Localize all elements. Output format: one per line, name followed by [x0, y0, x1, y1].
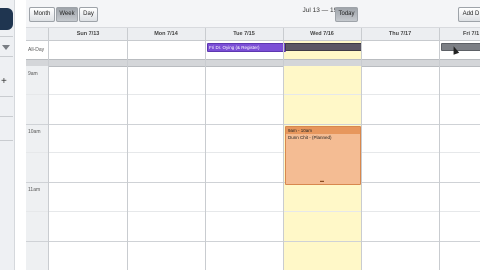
hour-line — [26, 124, 480, 125]
sidebar-divider — [0, 116, 13, 117]
column-divider — [439, 28, 440, 270]
hour-label-11am: 11am — [28, 187, 41, 193]
week-grid: Sun 7/13 Mon 7/14 Tue 7/15 Wed 7/16 Thu … — [26, 28, 480, 270]
month-view-button[interactable]: Month — [29, 7, 55, 22]
add-event-button[interactable]: Add D — [458, 7, 480, 22]
half-hour-line — [26, 94, 480, 95]
plus-icon[interactable]: + — [1, 76, 7, 87]
column-divider — [361, 28, 362, 270]
column-divider — [205, 28, 206, 270]
day-header-wed[interactable]: Wed 7/16 — [283, 28, 361, 40]
resize-handle-icon[interactable]: ▬ — [320, 178, 324, 183]
hour-label-9am: 9am — [28, 71, 38, 77]
column-divider — [283, 28, 284, 270]
calendar-toolbar: Month Week Day Jul 13 — 19 2014 Today Ad… — [26, 0, 480, 28]
sidebar-divider — [0, 36, 13, 37]
timed-event-wed[interactable]: 9am - 10am Dunn Chit - (Planned) ▬ — [285, 126, 361, 185]
allday-event-fri[interactable] — [441, 43, 480, 51]
day-header-mon[interactable]: Mon 7/14 — [127, 28, 205, 40]
day-header-sun[interactable]: Sun 7/13 — [49, 28, 127, 40]
half-hour-line — [26, 152, 480, 153]
time-gutter: 9am 10am 11am — [26, 66, 49, 270]
allday-event-wed[interactable] — [285, 43, 362, 51]
day-header-thu[interactable]: Thu 7/17 — [361, 28, 439, 40]
day-header-fri[interactable]: Fri 7/1 — [439, 28, 480, 40]
week-view-button[interactable]: Week — [56, 7, 78, 22]
time-slots-area[interactable]: 9am 10am 11am 9am - 10am Dunn Chit - (Pl… — [26, 66, 480, 270]
sidebar-divider — [0, 140, 13, 141]
column-divider — [127, 28, 128, 270]
sidebar-divider — [0, 56, 13, 57]
allday-event-tue[interactable]: Fri Dr. Oying (& Register) — [207, 43, 286, 52]
column-divider — [48, 28, 49, 270]
hour-line — [26, 241, 480, 242]
allday-label: All-Day — [28, 47, 45, 53]
today-button[interactable]: Today — [335, 7, 358, 22]
caret-down-icon[interactable] — [2, 45, 10, 50]
event-time-label: 9am - 10am — [286, 127, 360, 134]
hour-label-10am: 10am — [28, 129, 41, 135]
hour-line — [26, 182, 480, 183]
day-header-tue[interactable]: Tue 7/15 — [205, 28, 283, 40]
half-hour-line — [26, 211, 480, 212]
event-title-label: Dunn Chit - (Planned) — [288, 135, 332, 140]
day-header-row: Sun 7/13 Mon 7/14 Tue 7/15 Wed 7/16 Thu … — [26, 28, 480, 41]
left-sidebar-strip: + — [0, 0, 15, 270]
sidebar-divider — [0, 96, 13, 97]
sidebar-collapse-tab[interactable] — [0, 8, 13, 30]
day-view-button[interactable]: Day — [79, 7, 98, 22]
